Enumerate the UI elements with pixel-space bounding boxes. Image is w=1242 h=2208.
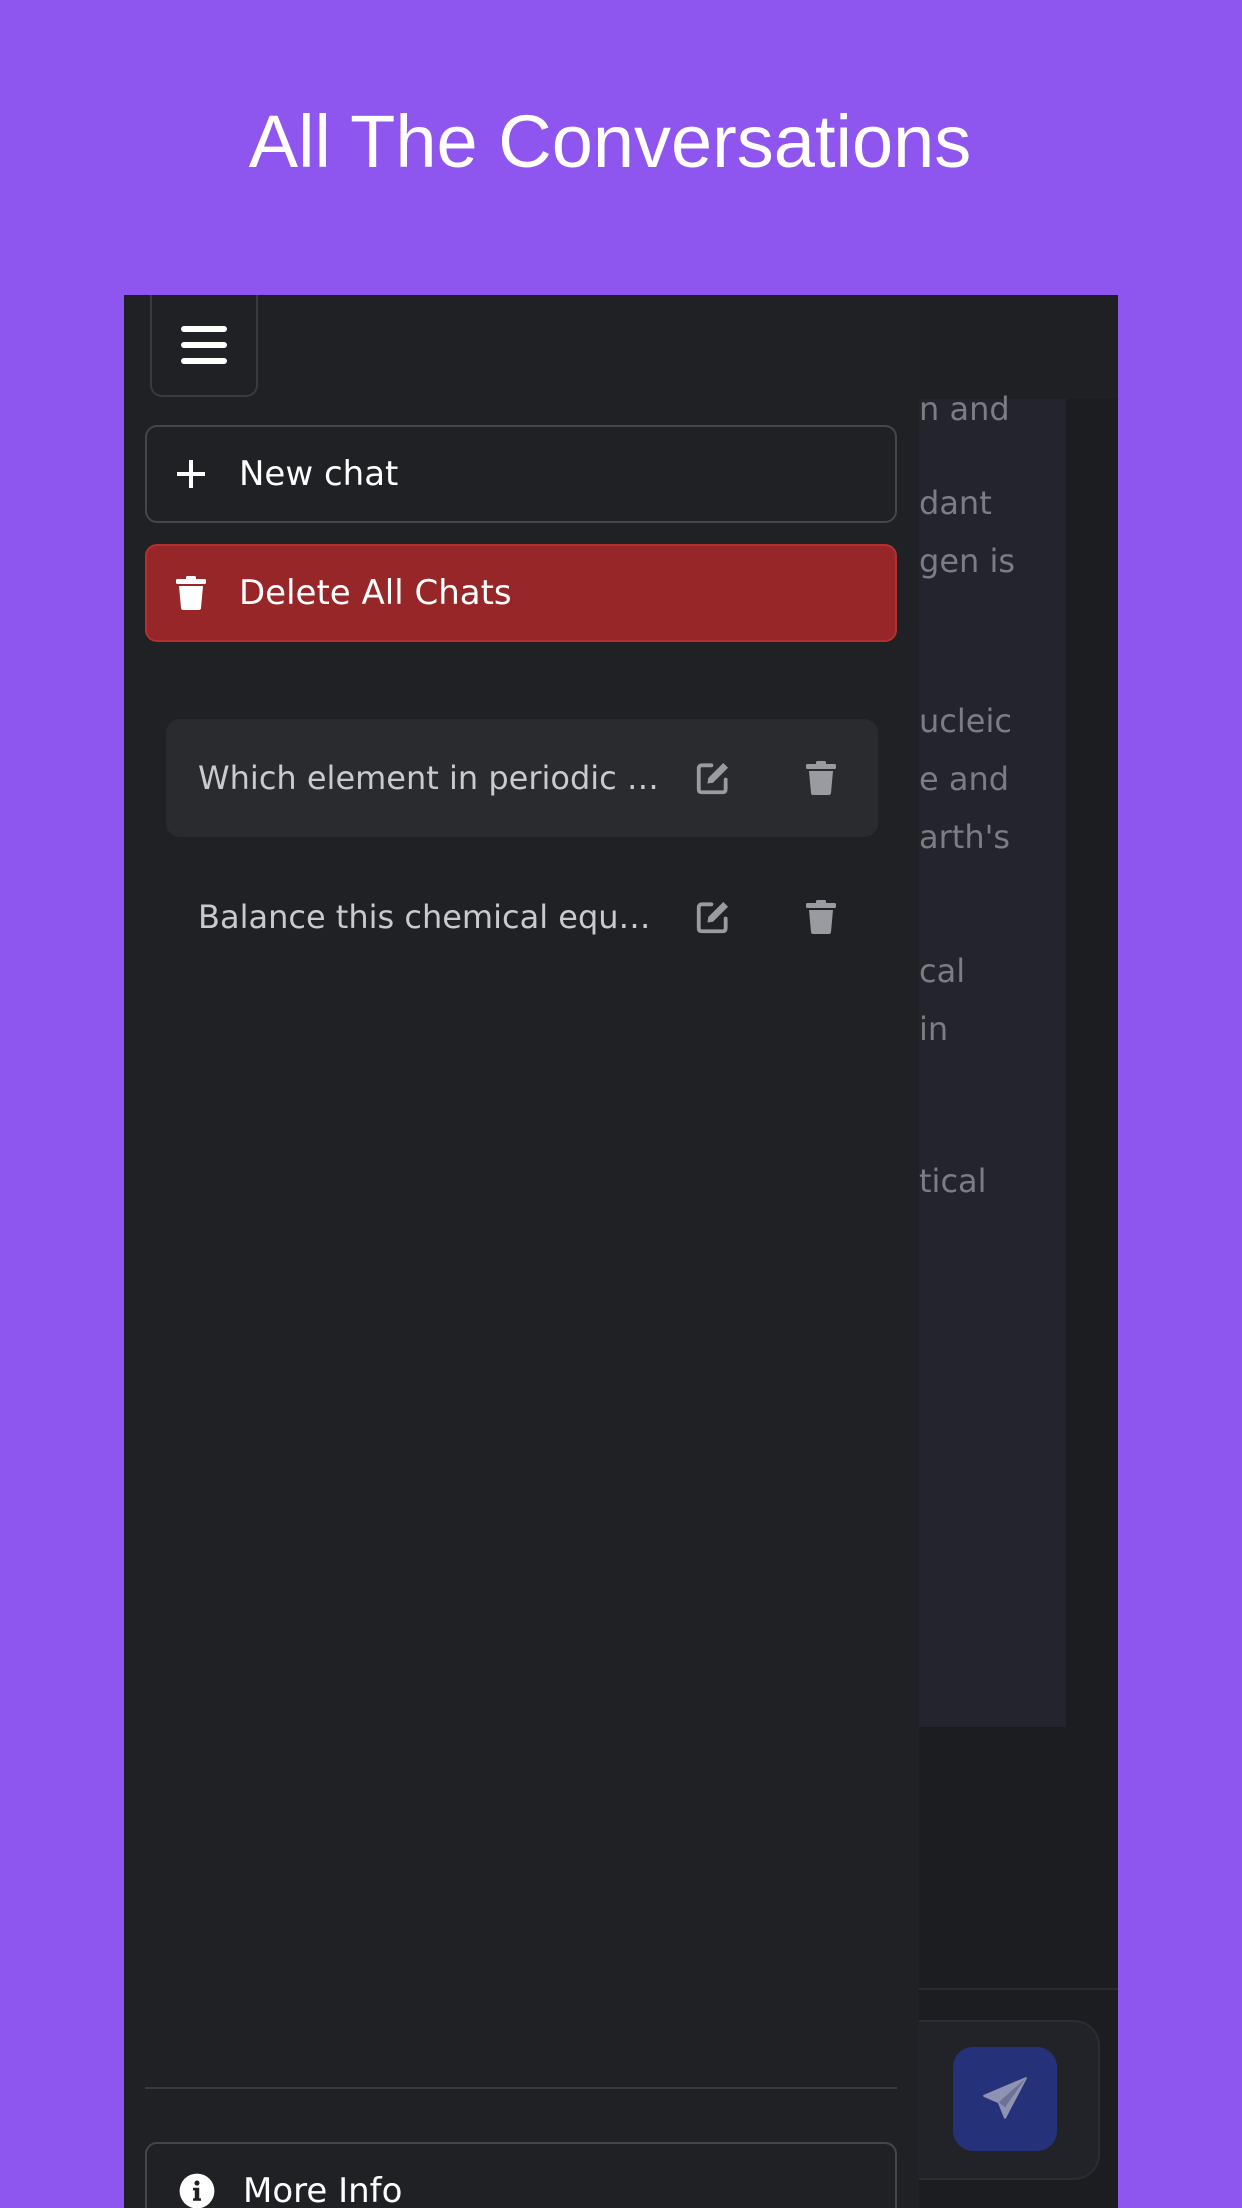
menu-toggle-button[interactable] xyxy=(150,295,258,397)
message-text-fragment: gen is xyxy=(919,542,1016,580)
conversation-title: Which element in periodic table is the m… xyxy=(198,759,664,797)
conversation-item[interactable]: Balance this chemical equation xyxy=(166,858,878,976)
send-button[interactable] xyxy=(953,2047,1057,2151)
delete-all-chats-label: Delete All Chats xyxy=(239,573,512,613)
new-chat-button[interactable]: New chat xyxy=(145,425,897,523)
plus-icon xyxy=(171,454,211,494)
message-text-fragment: arth's xyxy=(919,818,1011,856)
trash-icon xyxy=(171,573,211,613)
page-title: All The Conversations xyxy=(248,100,972,183)
message-text-fragment: cal xyxy=(919,952,966,990)
info-icon xyxy=(177,2171,217,2208)
sidebar-drawer: New chat Delete All Chats Which element … xyxy=(124,295,919,2208)
hamburger-menu-icon xyxy=(181,326,227,364)
message-text-fragment: ucleic xyxy=(919,702,1012,740)
edit-icon[interactable] xyxy=(692,896,734,938)
new-chat-label: New chat xyxy=(239,454,399,494)
message-text-fragment: in xyxy=(919,1010,949,1048)
more-info-button[interactable]: More Info xyxy=(145,2142,897,2208)
delete-all-chats-button[interactable]: Delete All Chats xyxy=(145,544,897,642)
sidebar-divider xyxy=(145,2087,897,2089)
trash-icon[interactable] xyxy=(800,896,842,938)
more-info-label: More Info xyxy=(243,2171,403,2208)
message-text-fragment: tical xyxy=(919,1162,987,1200)
conversation-title: Balance this chemical equation xyxy=(198,898,664,936)
message-text-fragment: n and xyxy=(919,390,1010,428)
edit-icon[interactable] xyxy=(692,757,734,799)
conversation-item[interactable]: Which element in periodic table is the m… xyxy=(166,719,878,837)
message-text-fragment: dant xyxy=(919,484,992,522)
message-text-fragment: e and xyxy=(919,760,1010,798)
app-screen: n and dant gen is ucleic e and arth's ca… xyxy=(124,295,1118,2208)
paper-plane-icon xyxy=(983,2077,1027,2119)
trash-icon[interactable] xyxy=(800,757,842,799)
